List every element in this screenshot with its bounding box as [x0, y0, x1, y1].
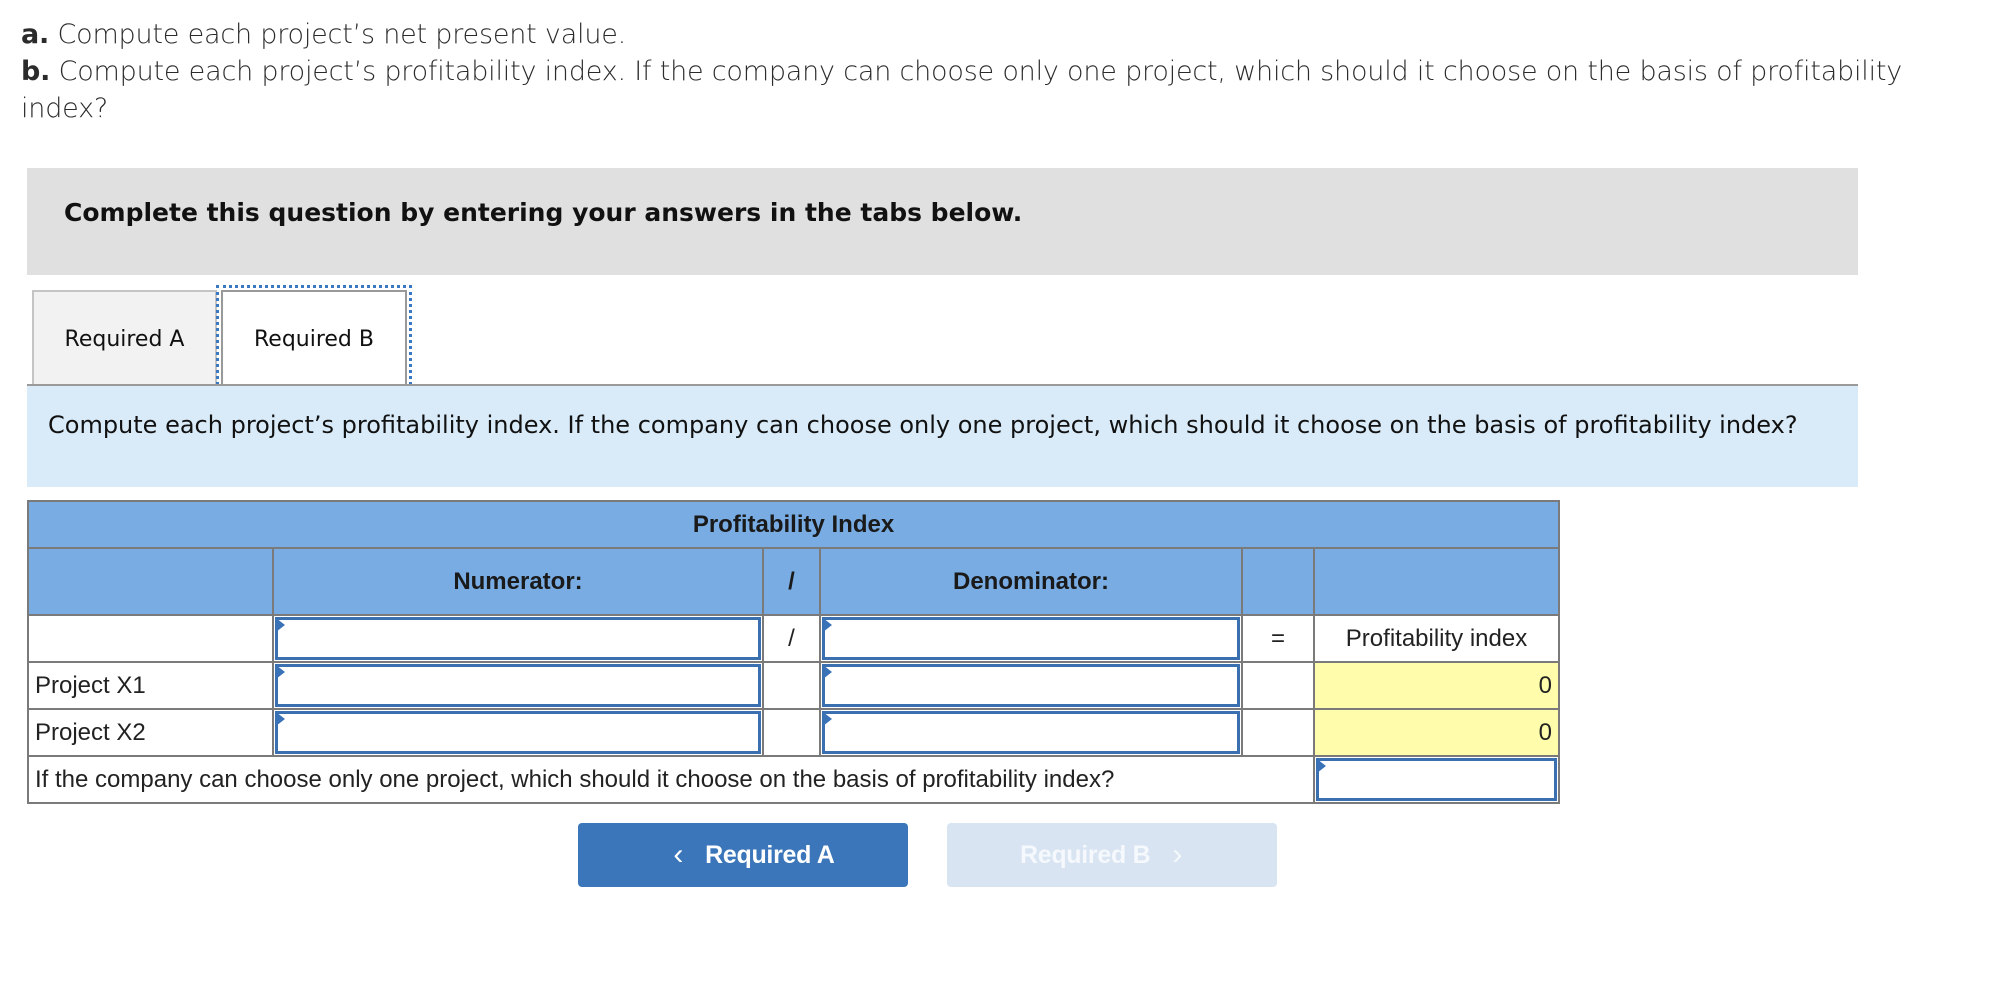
instructions-text: Complete this question by entering your …: [64, 198, 1023, 227]
project-choice-input[interactable]: [1316, 758, 1558, 801]
row-label: Project X1: [27, 661, 274, 710]
prev-required-a-button[interactable]: ‹ Required A: [578, 823, 908, 887]
x2-denominator-input[interactable]: [822, 711, 1240, 754]
formula-label: [27, 614, 274, 663]
x1-profitability-index: 0: [1312, 661, 1561, 710]
part-a: a. Compute each project’s net present va…: [21, 19, 627, 50]
header-result: [1312, 547, 1561, 616]
dropdown-flag-icon: [1317, 759, 1326, 773]
header-denominator: Denominator:: [819, 547, 1243, 616]
dropdown-flag-icon: [276, 712, 285, 726]
question-text: a. Compute each project’s net present va…: [21, 16, 1921, 127]
header-equals: [1241, 547, 1315, 616]
denominator-label-input[interactable]: [822, 617, 1240, 660]
dropdown-flag-icon: [823, 665, 832, 679]
next-button-label: Required B: [1019, 840, 1151, 869]
slash-cell: [762, 661, 821, 710]
x1-numerator-input[interactable]: [275, 664, 761, 707]
choice-row: If the company can choose only one proje…: [27, 755, 1561, 804]
dropdown-flag-icon: [823, 712, 832, 726]
row-label: Project X2: [27, 708, 274, 757]
prompt-text: Compute each project’s profitability ind…: [48, 411, 1798, 439]
chevron-right-icon: ›: [1172, 838, 1183, 871]
choice-question: If the company can choose only one proje…: [27, 755, 1315, 804]
formula-slash: /: [762, 614, 821, 663]
profitability-index-table: Profitability Index Numerator: / Denomin…: [26, 500, 1561, 804]
header-blank: [27, 547, 274, 616]
dropdown-flag-icon: [276, 665, 285, 679]
header-slash: /: [762, 547, 821, 616]
slash-cell: [762, 708, 821, 757]
prev-button-label: Required A: [705, 840, 835, 869]
part-b: b. Compute each project’s profitability …: [21, 56, 1903, 124]
x1-denominator-input[interactable]: [822, 664, 1240, 707]
next-required-b-button[interactable]: Required B ›: [947, 823, 1277, 887]
table-title: Profitability Index: [26, 500, 1561, 549]
x2-profitability-index: 0: [1312, 708, 1561, 757]
numerator-label-input[interactable]: [275, 617, 761, 660]
prompt-banner: Compute each project’s profitability ind…: [27, 386, 1858, 487]
header-numerator: Numerator:: [272, 547, 764, 616]
table-row: Project X2 0: [27, 708, 1561, 757]
tab-required-b[interactable]: Required B: [216, 285, 412, 392]
equals-cell: [1241, 661, 1315, 710]
dropdown-flag-icon: [276, 618, 285, 632]
formula-equals: =: [1241, 614, 1315, 663]
dropdown-flag-icon: [823, 618, 832, 632]
chevron-left-icon: ‹: [673, 838, 684, 871]
table-row: Project X1 0: [27, 661, 1561, 710]
equals-cell: [1241, 708, 1315, 757]
tab-required-a[interactable]: Required A: [32, 290, 217, 386]
formula-row: / = Profitability index: [27, 614, 1561, 663]
formula-result-label: Profitability index: [1312, 614, 1561, 663]
x2-numerator-input[interactable]: [275, 711, 761, 754]
instructions-banner: Complete this question by entering your …: [27, 168, 1858, 275]
